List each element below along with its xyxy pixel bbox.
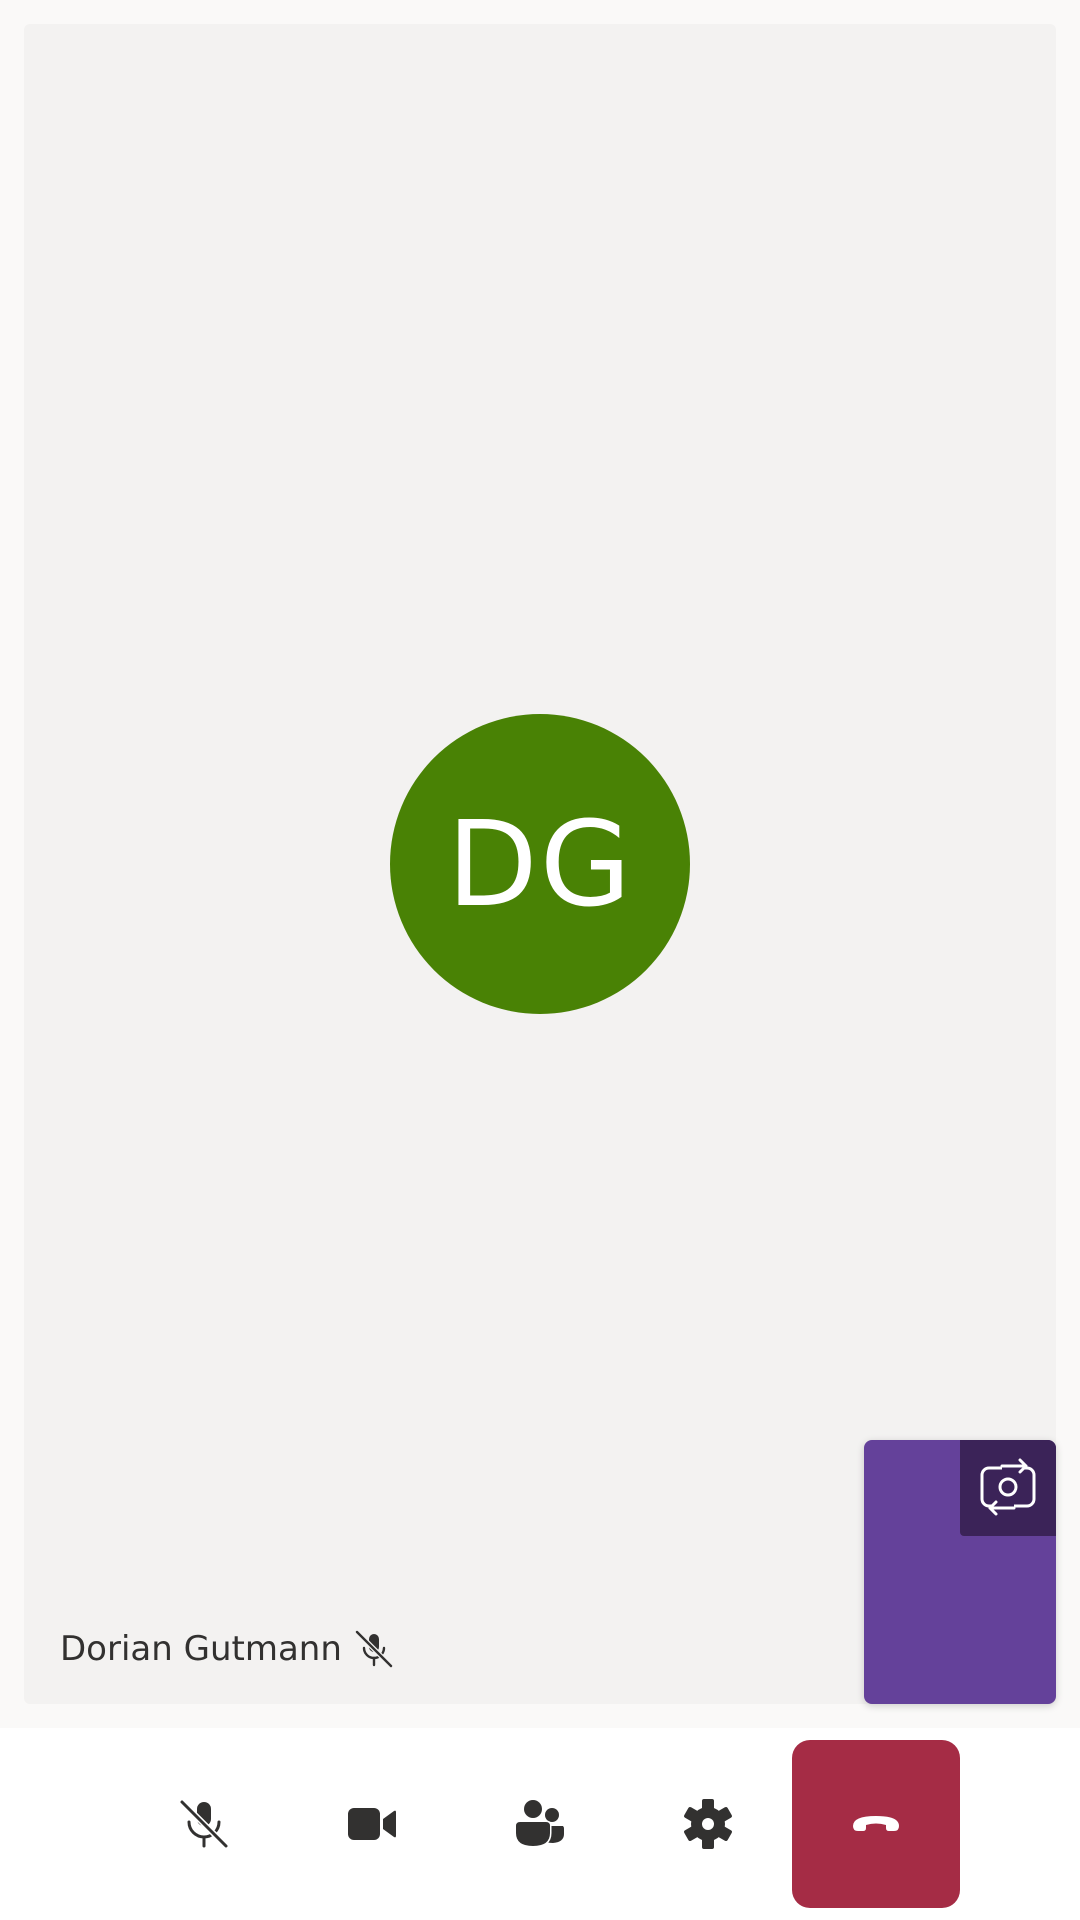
video-camera-icon [344,1796,400,1852]
people-icon [512,1796,568,1852]
mic-off-icon [176,1796,232,1852]
camera-toggle-button[interactable] [288,1740,456,1908]
participant-name: Dorian Gutmann [60,1629,342,1669]
hang-up-icon [848,1796,904,1852]
avatar-initials: DG [446,795,634,933]
self-video-preview[interactable] [864,1440,1056,1704]
mute-toggle-button[interactable] [120,1740,288,1908]
hang-up-button[interactable] [792,1740,960,1908]
mic-off-icon [352,1627,396,1671]
switch-camera-icon [976,1454,1040,1523]
participants-button[interactable] [456,1740,624,1908]
participant-name-label: Dorian Gutmann [60,1624,396,1674]
settings-button[interactable] [624,1740,792,1908]
call-control-bar [0,1728,1080,1920]
gear-icon [680,1796,736,1852]
switch-camera-button[interactable] [960,1440,1056,1536]
participant-avatar: DG [390,714,690,1014]
